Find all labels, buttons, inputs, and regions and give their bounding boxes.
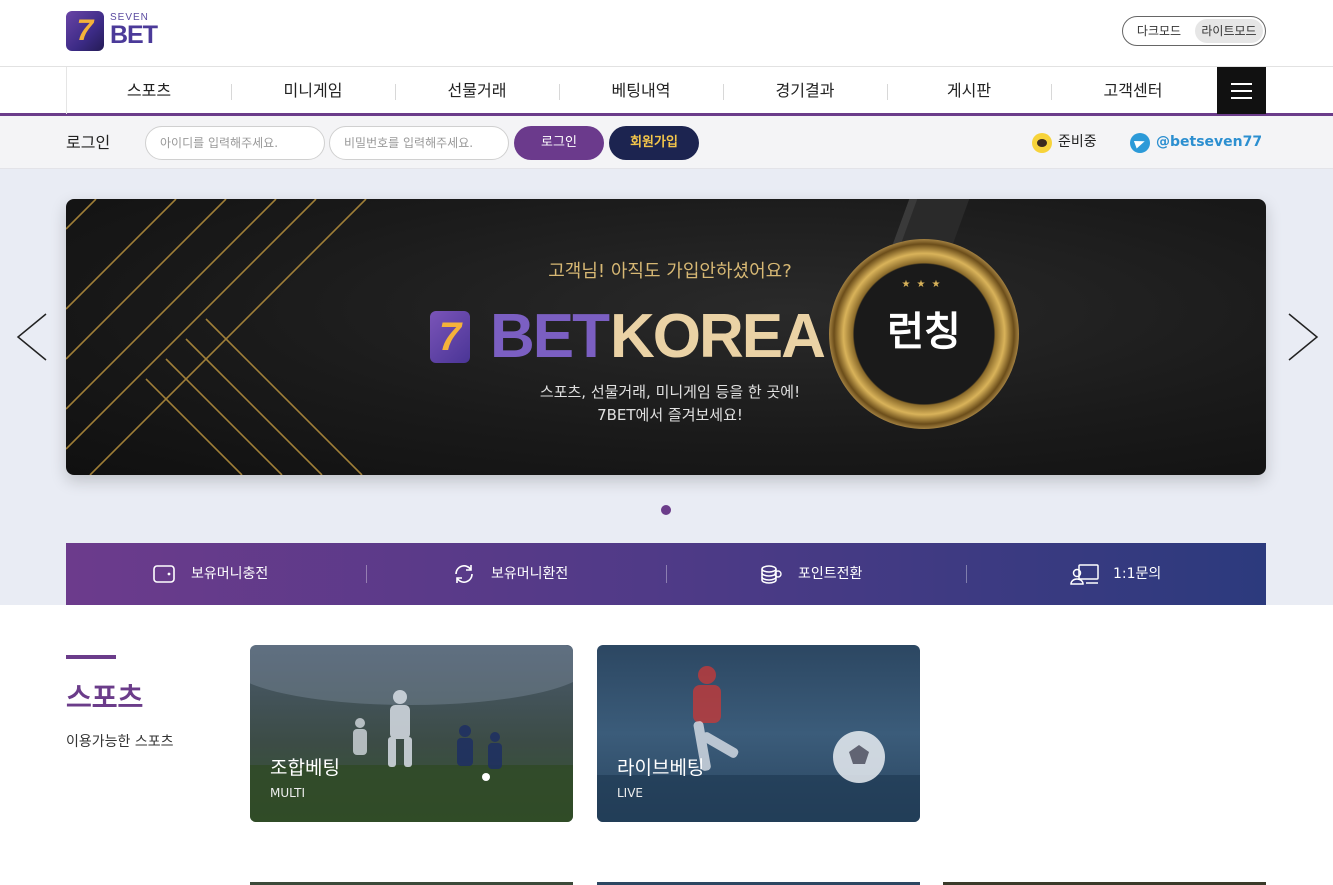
username-input[interactable] <box>145 126 325 160</box>
coins-icon <box>761 565 782 584</box>
slide-indicator-dot[interactable] <box>661 505 671 515</box>
site-logo[interactable]: 7 SEVEN BET <box>66 11 170 53</box>
sports-card-multi[interactable]: 조합베팅 MULTI <box>250 645 573 822</box>
main-nav: 스포츠 미니게임 선물거래 베팅내역 경기결과 게시판 고객센터 <box>0 66 1333 116</box>
refresh-icon <box>455 565 473 583</box>
quick-withdraw[interactable]: 보유머니환전 <box>366 543 666 605</box>
gold-stripes-decoration <box>66 199 367 475</box>
next-slide-arrow-icon[interactable] <box>1281 312 1321 362</box>
banner-description-line1: 스포츠, 선물거래, 미니게임 등을 한 곳에! <box>539 383 801 401</box>
medal-stars: ★★★ <box>901 279 947 290</box>
logo-mark-icon: 7 <box>66 11 104 51</box>
login-label: 로그인 <box>66 133 111 152</box>
sports-section-title: 스포츠 <box>66 681 144 714</box>
dark-mode-button[interactable]: 다크모드 <box>1127 19 1191 43</box>
promo-banner[interactable]: 고객님! 아직도 가입안하셨어요? 7 BET KOREA 스포츠, 선물거래,… <box>66 199 1266 475</box>
banner-logo-mark-icon: 7 <box>430 311 470 363</box>
header: 7 SEVEN BET 다크모드 라이트모드 <box>0 0 1333 66</box>
prev-slide-arrow-icon[interactable] <box>14 312 54 362</box>
quick-point-convert[interactable]: 포인트전환 <box>666 543 966 605</box>
quick-point-convert-label: 포인트전환 <box>798 566 863 582</box>
telegram-link[interactable]: @betseven77 <box>1156 116 1262 169</box>
nav-item-minigame[interactable]: 미니게임 <box>231 67 395 114</box>
quick-withdraw-label: 보유머니환전 <box>491 566 569 582</box>
nav-item-results[interactable]: 경기결과 <box>723 67 887 114</box>
wallet-icon <box>153 565 175 583</box>
card-subtitle: MULTI <box>270 786 306 800</box>
banner-description-line2: 7BET에서 즐겨보세요! <box>597 406 743 424</box>
quick-menu: 보유머니충전 보유머니환전 포인트전환 1:1문의 <box>66 543 1266 605</box>
card-title: 라이브베팅 <box>617 757 705 779</box>
banner-subtitle: 고객님! 아직도 가입안하셨어요? <box>548 261 792 282</box>
medal-text: 런칭 <box>887 309 961 355</box>
quick-deposit-label: 보유머니충전 <box>191 566 269 582</box>
theme-mode-toggle: 다크모드 라이트모드 <box>1122 16 1266 46</box>
kakaotalk-status[interactable]: 준비중 <box>1058 116 1097 169</box>
banner-brand-bet: BET <box>490 302 610 371</box>
banner-brand-korea: KOREA <box>610 302 826 371</box>
logo-big-text: BET <box>110 21 158 49</box>
nav-item-board[interactable]: 게시판 <box>887 67 1051 114</box>
support-icon <box>1070 564 1099 585</box>
sports-card-live[interactable]: 라이브베팅 LIVE <box>597 645 920 822</box>
sports-section-subtitle: 이용가능한 스포츠 <box>66 734 174 750</box>
launch-medal-icon: ★★★ 런칭 <box>829 239 1019 429</box>
nav-items: 스포츠 미니게임 선물거래 베팅내역 경기결과 게시판 고객센터 <box>66 67 1217 114</box>
nav-item-bet-history[interactable]: 베팅내역 <box>559 67 723 114</box>
telegram-icon[interactable] <box>1130 133 1150 153</box>
hamburger-icon[interactable] <box>1217 67 1266 114</box>
card-title: 조합베팅 <box>270 757 340 779</box>
quick-deposit[interactable]: 보유머니충전 <box>66 543 366 605</box>
nav-item-support[interactable]: 고객센터 <box>1051 67 1215 114</box>
login-button[interactable]: 로그인 <box>514 126 604 160</box>
soccer-kick-image <box>597 666 920 822</box>
quick-inquiry[interactable]: 1:1문의 <box>966 543 1266 605</box>
kakaotalk-icon[interactable] <box>1032 133 1052 153</box>
login-bar: 로그인 로그인 회원가입 준비중 @betseven77 <box>0 116 1333 169</box>
password-input[interactable] <box>329 126 509 160</box>
signup-button[interactable]: 회원가입 <box>609 126 699 160</box>
nav-item-sports[interactable]: 스포츠 <box>67 67 231 114</box>
section-accent-bar <box>66 655 116 659</box>
card-subtitle: LIVE <box>617 786 644 800</box>
quick-inquiry-label: 1:1문의 <box>1113 566 1162 582</box>
nav-item-futures[interactable]: 선물거래 <box>395 67 559 114</box>
light-mode-button[interactable]: 라이트모드 <box>1195 19 1263 43</box>
